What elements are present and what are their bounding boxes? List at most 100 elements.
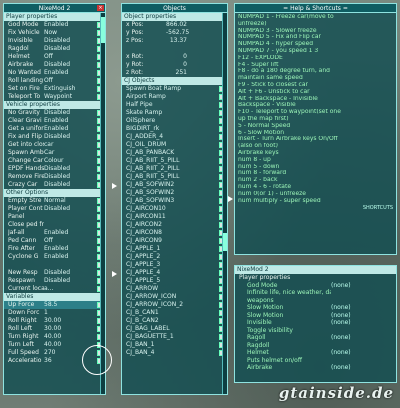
option-row[interactable]: Empty Stre Normal	[4, 197, 105, 205]
option-row[interactable]: Fix Vehicle Now	[4, 29, 105, 37]
object-list-item[interactable]: Airport Ramp	[122, 93, 227, 101]
property-label: y Pos:	[126, 29, 144, 36]
option-row[interactable]	[4, 261, 105, 269]
object-list-item[interactable]: OilSphere	[122, 117, 227, 125]
object-list-item[interactable]: CJ_APPLE_2	[122, 253, 227, 261]
shortcut-row[interactable]: Slow Motion (none)	[235, 312, 396, 320]
object-list-item[interactable]: CJ_AB_SOFWIN2	[122, 181, 227, 189]
scrollbar-thumb[interactable]	[101, 17, 105, 43]
option-row[interactable]: Close ped freeze	[4, 221, 105, 229]
option-row[interactable]: Cyclone G Enabled	[4, 253, 105, 261]
property-row[interactable]: z Pos: 13.37	[122, 37, 227, 45]
option-row[interactable]: EPDF Hands Disabled	[4, 165, 105, 173]
option-row[interactable]: God Mode Enabled	[4, 21, 105, 29]
option-row[interactable]: Player Cont Disabled	[4, 205, 105, 213]
object-list-item[interactable]: CJ_ADDER_4	[122, 133, 227, 141]
object-list-item[interactable]: CJ_BAN_4	[122, 349, 227, 357]
object-list-item[interactable]: CJ_B_CAN2	[122, 317, 227, 325]
shortcut-row[interactable]: Invisible (none)	[235, 319, 396, 327]
close-icon[interactable]: ×	[97, 5, 104, 11]
option-row[interactable]: Jaf-all Enabled	[4, 229, 105, 237]
option-row[interactable]: Helmet Off	[4, 53, 105, 61]
option-row[interactable]: Set on Fire Extinguish	[4, 85, 105, 93]
object-list-item[interactable]: CJ_B_CAN1	[122, 309, 227, 317]
scrollbar[interactable]	[100, 13, 105, 394]
property-row[interactable]: z Rot: 251	[122, 69, 227, 77]
object-list-item[interactable]: CJ_BAGUETTE_1	[122, 333, 227, 341]
option-row[interactable]: Crazy Car Disabled	[4, 181, 105, 189]
option-row[interactable]: No Gravity Disabled	[4, 109, 105, 117]
shortcut-row[interactable]: Player properties	[235, 274, 396, 282]
object-list-item[interactable]: CJ_AB_SOFWIN2	[122, 189, 227, 197]
option-row[interactable]: Spawn Ambi Car	[4, 149, 105, 157]
option-row[interactable]: Airbrake Disabled	[4, 61, 105, 69]
option-row[interactable]: Roll Left 30.00	[4, 325, 105, 333]
option-row[interactable]: Teleport To Waypoint	[4, 93, 105, 101]
option-row[interactable]: Ragdol Disabled	[4, 45, 105, 53]
scrollbar[interactable]	[222, 13, 227, 394]
option-row[interactable]: Respawn Disabled	[4, 277, 105, 285]
option-row[interactable]: Roll Right 30.00	[4, 317, 105, 325]
option-row[interactable]: Fix and Flip Disabled	[4, 133, 105, 141]
option-row[interactable]: Roll landing Off	[4, 77, 105, 85]
object-list-item[interactable]: CJ_APPLE_5	[122, 277, 227, 285]
shortcut-row[interactable]: Slow Motion (none)	[235, 304, 396, 312]
object-list-item[interactable]: CJ_AB_RIIT_5_PILL	[122, 157, 227, 165]
option-row[interactable]: Up Force 58.5	[4, 301, 105, 309]
object-list-item[interactable]: Spawn Boat Ramp	[122, 85, 227, 93]
property-row[interactable]	[122, 45, 227, 53]
shortcut-row[interactable]: Ragdoll	[235, 342, 396, 350]
object-list-item[interactable]: CJ_AIRCON11	[122, 213, 227, 221]
object-name: CJ_ARROW_ICON	[126, 293, 177, 300]
shortcut-row[interactable]: weapons	[235, 297, 396, 305]
shortcuts-tab[interactable]: SHORTCUTS	[235, 205, 396, 211]
option-row[interactable]: No Wanted Enabled	[4, 69, 105, 77]
option-row[interactable]: Ped Cann Off	[4, 237, 105, 245]
object-list-item[interactable]: BIGDIRT_rk	[122, 125, 227, 133]
option-row[interactable]: New Resp Disabled	[4, 269, 105, 277]
object-list-item[interactable]: CJ_AB_SOFWIN3	[122, 197, 227, 205]
object-list-item[interactable]: CJ_AB_RIIT_5_PILL	[122, 173, 227, 181]
object-list-item[interactable]: CJ_AIRCON10	[122, 205, 227, 213]
option-row[interactable]: Clear Gravi Enabled	[4, 117, 105, 125]
option-row[interactable]: Panel	[4, 213, 105, 221]
shortcut-row[interactable]: Ragoll (none)	[235, 334, 396, 342]
object-list-item[interactable]: CJ_ARROW_ICON_2	[122, 301, 227, 309]
property-row[interactable]: y Pos: -562.75	[122, 29, 227, 37]
shortcut-row[interactable]: Toggle visibility	[235, 327, 396, 335]
property-row[interactable]: x Pos: 866.02	[122, 21, 227, 29]
option-row[interactable]: Remove Fire Disabled	[4, 173, 105, 181]
object-list-item[interactable]: CJ_APPLE_4	[122, 269, 227, 277]
shortcut-row[interactable]: Infinite life, nice weather, day,	[235, 289, 396, 297]
property-row[interactable]: x Rot: 0	[122, 53, 227, 61]
option-row[interactable]: Turn Right 40.00	[4, 333, 105, 341]
option-row[interactable]: Get into clos car	[4, 141, 105, 149]
scrollbar-thumb[interactable]	[223, 233, 227, 251]
option-row[interactable]: Current locationa...	[4, 285, 105, 293]
object-list-item[interactable]: CJ_OIL_DRUM	[122, 141, 227, 149]
object-list-item[interactable]: CJ_APPLE_1	[122, 245, 227, 253]
object-list-item[interactable]: Skate Ramp	[122, 109, 227, 117]
object-list-item[interactable]: CJ_AIRCON8	[122, 229, 227, 237]
option-row[interactable]: Get a uniformEnabled	[4, 125, 105, 133]
shortcut-row[interactable]: God Mode (none)	[235, 282, 396, 290]
option-row[interactable]: Invisible Disabled	[4, 37, 105, 45]
object-list-item[interactable]: CJ_BAN_1	[122, 341, 227, 349]
shortcut-row[interactable]: Helmet (none)	[235, 349, 396, 357]
property-row[interactable]: y Rot: 0	[122, 61, 227, 69]
shortcut-row[interactable]: Airbrake (none)	[235, 364, 396, 372]
object-list-item[interactable]: CJ_AIRCON9	[122, 237, 227, 245]
object-list-item[interactable]: CJ_APPLE_3	[122, 261, 227, 269]
option-row[interactable]: Fire After Enabled	[4, 245, 105, 253]
object-list-item[interactable]: CJ_AIRCON2	[122, 221, 227, 229]
object-list-item[interactable]: CJ_ARROW	[122, 285, 227, 293]
object-name: CJ_BAN_1	[126, 341, 155, 348]
object-list-item[interactable]: CJ_ARROW_ICON	[122, 293, 227, 301]
option-row[interactable]: Down Forc 1	[4, 309, 105, 317]
shortcut-row[interactable]: Puts helmet on/off	[235, 357, 396, 365]
object-list-item[interactable]: Half Pipe	[122, 101, 227, 109]
object-list-item[interactable]: CJ_BAG_LABEL	[122, 325, 227, 333]
object-list-item[interactable]: CJ_AB_RIIT_2_PILL	[122, 165, 227, 173]
object-list-item[interactable]: CJ_AB_PANBACK	[122, 149, 227, 157]
option-row[interactable]: Change Car Colour	[4, 157, 105, 165]
